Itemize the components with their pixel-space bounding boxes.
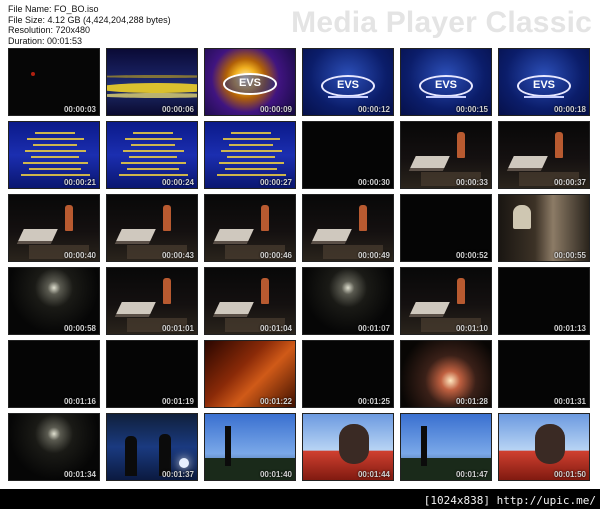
- timestamp: 00:01:25: [357, 397, 390, 406]
- thumbnail[interactable]: 00:00:43: [106, 194, 198, 262]
- timestamp: 00:00:52: [455, 251, 488, 260]
- thumbnail[interactable]: 00:00:27: [204, 121, 296, 189]
- timestamp: 00:00:24: [161, 178, 194, 187]
- thumbnail[interactable]: 00:01:47: [400, 413, 492, 481]
- thumbnail-grid: 00:00:03 00:00:06 EVS 00:00:09 EVS 00:00:12 EV…: [8, 48, 596, 484]
- thumbnail[interactable]: 00:01:07: [302, 267, 394, 335]
- thumbnail[interactable]: 00:00:58: [8, 267, 100, 335]
- thumbnail[interactable]: 00:00:24: [106, 121, 198, 189]
- timestamp: 00:00:49: [357, 251, 390, 260]
- timestamp: 00:00:03: [63, 105, 96, 114]
- timestamp: 00:01:13: [553, 324, 586, 333]
- thumbnail[interactable]: 00:00:49: [302, 194, 394, 262]
- thumbnail[interactable]: 00:01:37: [106, 413, 198, 481]
- thumbnail[interactable]: 00:01:10: [400, 267, 492, 335]
- thumbnail[interactable]: 00:00:40: [8, 194, 100, 262]
- timestamp: 00:01:16: [63, 397, 96, 406]
- file-name: File Name: FO_BO.iso: [8, 4, 99, 14]
- thumbnail[interactable]: 00:01:22: [204, 340, 296, 408]
- timestamp: 00:01:31: [553, 397, 586, 406]
- timestamp: 00:01:50: [553, 470, 586, 479]
- timestamp: 00:00:40: [63, 251, 96, 260]
- duration: Duration: 00:01:53: [8, 35, 83, 46]
- file-size: File Size: 4.12 GB (4,424,204,288 bytes): [8, 14, 171, 25]
- timestamp: 00:00:15: [455, 105, 488, 114]
- thumbnail[interactable]: 00:01:19: [106, 340, 198, 408]
- footer-watermark[interactable]: [1024x838] http://upic.me/: [424, 494, 596, 507]
- timestamp: 00:00:33: [455, 178, 488, 187]
- timestamp: 00:00:09: [259, 105, 292, 114]
- thumbnail[interactable]: 00:00:52: [400, 194, 492, 262]
- thumbnail[interactable]: 00:01:44: [302, 413, 394, 481]
- resolution: Resolution: 720x480: [8, 25, 91, 35]
- timestamp: 00:00:55: [553, 251, 586, 260]
- thumbnail[interactable]: 00:01:34: [8, 413, 100, 481]
- timestamp: 00:00:12: [357, 105, 390, 114]
- thumbnail[interactable]: 00:01:01: [106, 267, 198, 335]
- timestamp: 00:00:27: [259, 178, 292, 187]
- timestamp: 00:01:10: [455, 324, 488, 333]
- thumbnail[interactable]: EVS 00:00:09: [204, 48, 296, 116]
- image-dimensions: [1024x838]: [423, 494, 491, 507]
- thumbnail[interactable]: 00:00:46: [204, 194, 296, 262]
- thumbnail[interactable]: 00:00:37: [498, 121, 590, 189]
- thumbnail[interactable]: EVS 00:00:15: [400, 48, 492, 116]
- timestamp: 00:00:43: [161, 251, 194, 260]
- thumbnail-sheet: File Name: FO_BO.iso File Size: 4.12 GB …: [0, 0, 600, 489]
- site-url[interactable]: http://upic.me/: [497, 494, 596, 507]
- thumbnail[interactable]: EVS 00:00:18: [498, 48, 590, 116]
- thumbnail[interactable]: 00:01:04: [204, 267, 296, 335]
- timestamp: 00:01:44: [357, 470, 390, 479]
- timestamp: 00:00:21: [63, 178, 96, 187]
- timestamp: 00:01:22: [259, 397, 292, 406]
- timestamp: 00:00:30: [357, 178, 390, 187]
- timestamp: 00:01:34: [63, 470, 96, 479]
- timestamp: 00:01:07: [357, 324, 390, 333]
- thumbnail[interactable]: 00:00:30: [302, 121, 394, 189]
- thumbnail[interactable]: 00:00:03: [8, 48, 100, 116]
- timestamp: 00:01:19: [161, 397, 194, 406]
- thumbnail[interactable]: 00:00:33: [400, 121, 492, 189]
- thumbnail[interactable]: 00:01:25: [302, 340, 394, 408]
- timestamp: 00:01:37: [161, 470, 194, 479]
- thumbnail[interactable]: 00:01:40: [204, 413, 296, 481]
- thumbnail[interactable]: 00:01:50: [498, 413, 590, 481]
- thumbnail[interactable]: 00:01:28: [400, 340, 492, 408]
- thumbnail[interactable]: 00:00:06: [106, 48, 198, 116]
- thumbnail[interactable]: 00:01:16: [8, 340, 100, 408]
- timestamp: 00:01:47: [455, 470, 488, 479]
- timestamp: 00:01:01: [161, 324, 194, 333]
- timestamp: 00:00:58: [63, 324, 96, 333]
- thumbnail[interactable]: 00:00:21: [8, 121, 100, 189]
- thumbnail[interactable]: 00:00:55: [498, 194, 590, 262]
- timestamp: 00:00:37: [553, 178, 586, 187]
- thumbnail[interactable]: 00:01:31: [498, 340, 590, 408]
- timestamp: 00:00:18: [553, 105, 586, 114]
- thumbnail[interactable]: 00:01:13: [498, 267, 590, 335]
- file-info: File Name: FO_BO.iso File Size: 4.12 GB …: [8, 4, 171, 46]
- timestamp: 00:01:04: [259, 324, 292, 333]
- timestamp: 00:00:06: [161, 105, 194, 114]
- thumbnail[interactable]: EVS 00:00:12: [302, 48, 394, 116]
- brand-title: Media Player Classic: [291, 6, 592, 39]
- timestamp: 00:00:46: [259, 251, 292, 260]
- timestamp: 00:01:28: [455, 397, 488, 406]
- timestamp: 00:01:40: [259, 470, 292, 479]
